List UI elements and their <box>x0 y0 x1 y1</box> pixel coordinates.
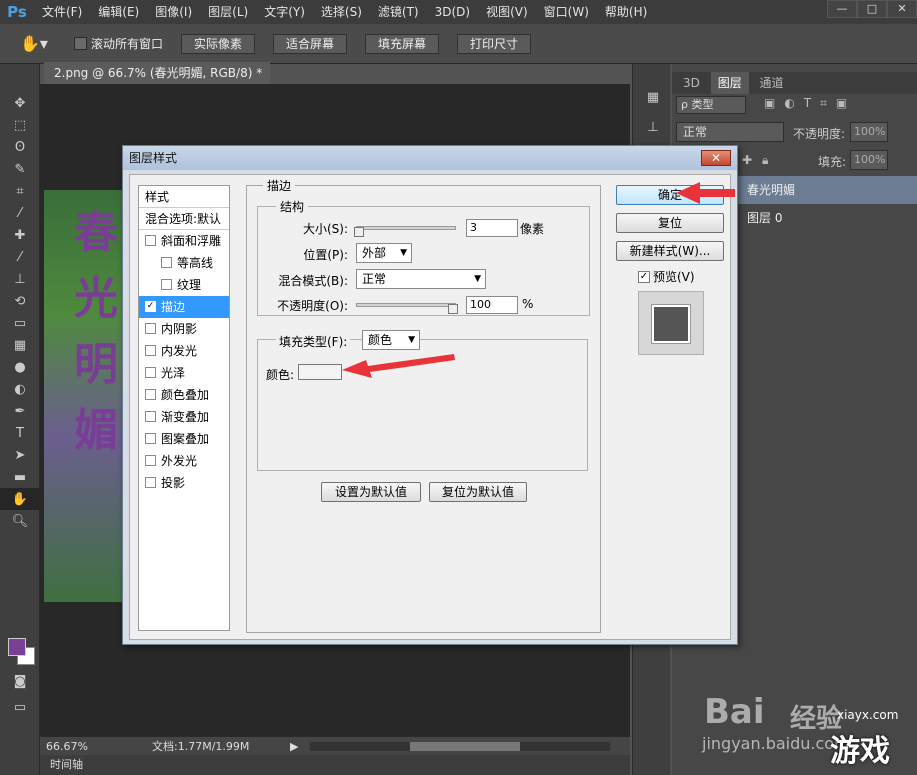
arrow-to-color-icon <box>342 354 455 378</box>
arrow-to-ok-icon <box>676 182 735 204</box>
watermark: Bai 经验 xiayx.com jingyan.baidu.com 游戏 <box>700 680 917 775</box>
watermark-bai: Bai <box>704 692 765 732</box>
annotation-arrows <box>342 182 735 378</box>
watermark-url-baidu: jingyan.baidu.com <box>702 734 850 753</box>
watermark-url-xiayx: xiayx.com <box>837 708 899 722</box>
watermark-brand: 游戏 <box>830 734 890 769</box>
foreground-color-swatch[interactable] <box>8 638 26 656</box>
